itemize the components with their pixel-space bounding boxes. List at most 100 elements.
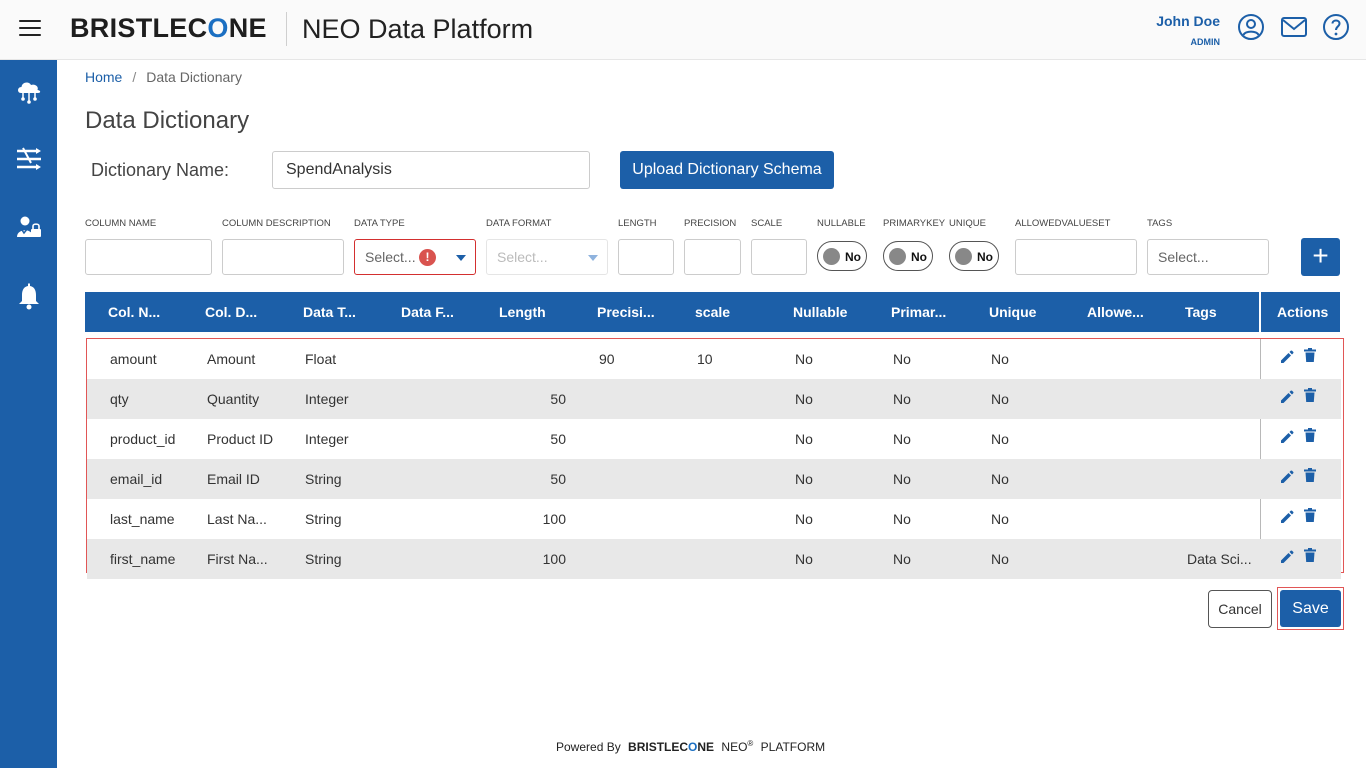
col-header-data-type[interactable]: Data T... xyxy=(303,304,356,320)
col-header-unique[interactable]: Unique xyxy=(989,304,1036,320)
cell-column-description: Quantity xyxy=(207,391,260,407)
cell-column-description: First Na... xyxy=(207,551,268,567)
column-name-label: COLUMN NAME xyxy=(85,218,157,229)
footer-neo: NEO xyxy=(721,740,748,754)
col-header-tags[interactable]: Tags xyxy=(1185,304,1217,320)
user-role: ADMIN xyxy=(1190,37,1221,47)
nullable-toggle[interactable]: No xyxy=(817,241,867,271)
cell-column-description: Amount xyxy=(207,351,256,367)
cell-nullable: No xyxy=(795,431,813,447)
edit-icon[interactable] xyxy=(1279,349,1295,365)
table-row: first_name First Na... String 100 No No No Data… xyxy=(87,539,1341,579)
allowedvalueset-input[interactable] xyxy=(1015,239,1137,275)
scale-label: SCALE xyxy=(751,218,783,229)
edit-icon[interactable] xyxy=(1279,549,1295,565)
col-header-name[interactable]: Col. N... xyxy=(108,304,160,320)
cell-nullable: No xyxy=(795,551,813,567)
table-row: amount Amount Float 90 10 No No No xyxy=(87,339,1341,379)
col-header-scale[interactable]: scale xyxy=(695,304,730,320)
edit-icon[interactable] xyxy=(1279,389,1295,405)
table-body: amount Amount Float 90 10 No No No qty Quantity In… xyxy=(86,338,1344,579)
trash-icon[interactable] xyxy=(1302,427,1318,443)
tags-select[interactable]: Select... xyxy=(1147,239,1269,275)
primarykey-toggle[interactable]: No xyxy=(883,241,933,271)
dictionary-name-input[interactable] xyxy=(272,151,590,189)
cell-data-type: Integer xyxy=(305,391,349,407)
cell-unique: No xyxy=(991,511,1009,527)
cancel-button[interactable]: Cancel xyxy=(1208,590,1272,628)
cloud-network-icon[interactable] xyxy=(14,76,44,106)
cell-unique: No xyxy=(991,431,1009,447)
cell-nullable: No xyxy=(795,511,813,527)
edit-icon[interactable] xyxy=(1279,509,1295,525)
header-divider xyxy=(286,12,287,46)
error-icon: ! xyxy=(419,249,436,266)
add-column-button[interactable]: + xyxy=(1301,238,1340,276)
cell-column-name: last_name xyxy=(110,511,175,527)
trash-icon[interactable] xyxy=(1302,467,1318,483)
user-admin-icon[interactable] xyxy=(14,212,44,242)
column-description-label: COLUMN DESCRIPTION xyxy=(222,218,331,229)
toggle-knob xyxy=(823,248,840,265)
tags-label: TAGS xyxy=(1147,218,1173,229)
scale-input[interactable] xyxy=(751,239,807,275)
footer-powered-by: Powered By xyxy=(556,740,621,754)
col-header-length[interactable]: Length xyxy=(499,304,546,320)
cell-nullable: No xyxy=(795,351,813,367)
toggle-knob xyxy=(955,248,972,265)
unique-label: UNIQUE xyxy=(949,218,986,229)
top-bar: BRISTLECONE NEO Data Platform John Doe A… xyxy=(0,0,1366,60)
cell-column-name: email_id xyxy=(110,471,163,487)
user-name[interactable]: John Doe xyxy=(1156,13,1220,29)
cell-unique: No xyxy=(991,391,1009,407)
column-name-input[interactable] xyxy=(85,239,212,275)
trash-icon[interactable] xyxy=(1302,507,1318,523)
save-button[interactable]: Save xyxy=(1280,590,1341,627)
cell-length: 50 xyxy=(550,391,566,407)
page-title: Data Dictionary xyxy=(85,107,250,134)
chevron-down-icon xyxy=(588,255,598,261)
dictionary-name-label: Dictionary Name: xyxy=(91,160,230,180)
trash-icon[interactable] xyxy=(1302,547,1318,563)
col-header-nullable[interactable]: Nullable xyxy=(793,304,847,320)
breadcrumb: Home / Data Dictionary xyxy=(85,69,242,85)
footer-platform: PLATFORM xyxy=(760,740,826,754)
bell-icon[interactable] xyxy=(14,282,44,312)
column-description-input[interactable] xyxy=(222,239,344,275)
col-header-primary[interactable]: Primar... xyxy=(891,304,946,320)
brand-logo: BRISTLECONE xyxy=(70,13,267,43)
table-row: qty Quantity Integer 50 No No No xyxy=(87,379,1341,419)
menu-icon[interactable] xyxy=(19,20,41,38)
col-header-description[interactable]: Col. D... xyxy=(205,304,257,320)
sidebar xyxy=(0,60,57,768)
edit-icon[interactable] xyxy=(1279,429,1295,445)
cell-column-description: Email ID xyxy=(207,471,260,487)
trash-icon[interactable] xyxy=(1302,347,1318,363)
col-header-allowed[interactable]: Allowe... xyxy=(1087,304,1144,320)
cell-unique: No xyxy=(991,551,1009,567)
unique-toggle[interactable]: No xyxy=(949,241,999,271)
data-format-placeholder: Select... xyxy=(497,249,548,265)
length-input[interactable] xyxy=(618,239,674,275)
breadcrumb-home-link[interactable]: Home xyxy=(85,69,122,85)
allowedvalueset-label: ALLOWEDVALUESET xyxy=(1015,218,1111,229)
precision-label: PRECISION xyxy=(684,218,737,229)
nullable-label: NULLABLE xyxy=(817,218,866,229)
upload-dictionary-schema-button[interactable]: Upload Dictionary Schema xyxy=(620,151,834,189)
data-type-select[interactable]: Select... ! xyxy=(354,239,476,275)
cell-length: 100 xyxy=(542,551,566,567)
mail-icon[interactable] xyxy=(1280,13,1308,41)
data-format-select[interactable]: Select... xyxy=(486,239,608,275)
col-header-data-format[interactable]: Data F... xyxy=(401,304,454,320)
cell-column-description: Product ID xyxy=(207,431,274,447)
precision-input[interactable] xyxy=(684,239,741,275)
cell-primary-key: No xyxy=(893,551,911,567)
trash-icon[interactable] xyxy=(1302,387,1318,403)
help-icon[interactable] xyxy=(1322,13,1350,41)
pipeline-icon[interactable] xyxy=(14,144,44,174)
col-header-precision[interactable]: Precisi... xyxy=(597,304,655,320)
app-title: NEO Data Platform xyxy=(302,14,534,44)
cell-data-type: String xyxy=(305,551,342,567)
edit-icon[interactable] xyxy=(1279,469,1295,485)
user-circle-icon[interactable] xyxy=(1237,13,1265,41)
